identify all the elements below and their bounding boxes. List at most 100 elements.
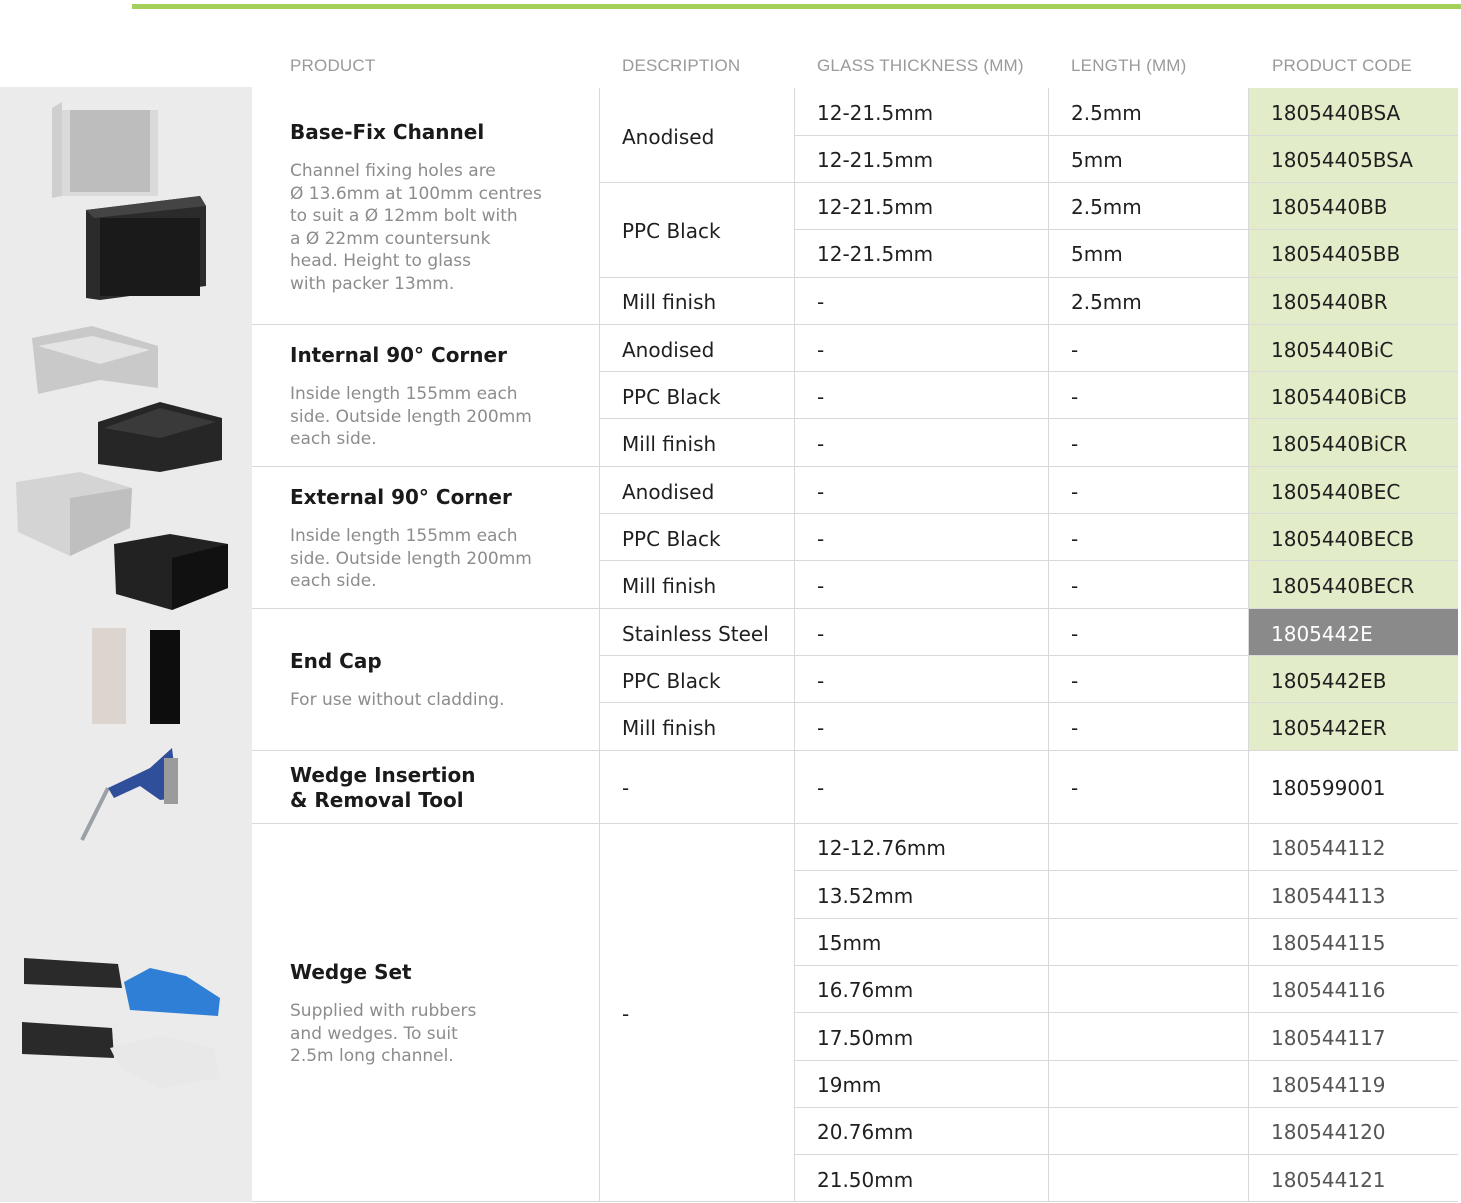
header-description: DESCRIPTION [622, 56, 741, 75]
product-code-cell: 1805442EB [1271, 668, 1387, 693]
product-note-internal-corner: Inside length 155mm each side. Outside le… [290, 384, 532, 449]
product-name-internal-corner: Internal 90° Corner [290, 343, 507, 367]
internal-corner-silver-image [32, 326, 158, 394]
product-code-cell: 180599001 [1271, 775, 1386, 800]
length-cell: - [1071, 715, 1079, 740]
product-code-cell: 1805440BiC [1271, 337, 1394, 362]
description-cell: PPC Black [622, 218, 721, 243]
glass-thickness-cell: 12-21.5mm [817, 194, 934, 219]
length-cell: - [1071, 431, 1079, 456]
product-code-cell: 180544115 [1271, 930, 1386, 955]
internal-corner-black-image [98, 402, 222, 472]
glass-thickness-cell: 12-12.76mm [817, 835, 946, 860]
channel-silver-image [52, 102, 158, 198]
description-cell: Mill finish [622, 289, 717, 314]
product-code-cell: 1805442ER [1271, 715, 1387, 740]
product-code-cell: 180544117 [1271, 1025, 1386, 1050]
glass-thickness-cell: - [817, 526, 825, 551]
product-code-cell: 180544113 [1271, 883, 1386, 908]
header-glass-thickness: GLASS THICKNESS (MM) [817, 56, 1024, 75]
column-divider [794, 88, 795, 1202]
glass-thickness-cell: - [817, 337, 825, 362]
product-code-cell: 1805440BiCB [1271, 384, 1408, 409]
product-name-base-fix-channel: Base-Fix Channel [290, 120, 485, 144]
glass-thickness-cell: 19mm [817, 1072, 882, 1097]
description-cell: PPC Black [622, 384, 721, 409]
column-divider [1248, 88, 1249, 1202]
description-cell: Anodised [622, 337, 715, 362]
product-code-cell: 1805440BSA [1271, 100, 1401, 125]
external-corner-black-image [114, 534, 228, 610]
product-code-cell: 1805440BR [1271, 289, 1388, 314]
product-code-cell: 1805440BECB [1271, 526, 1415, 551]
product-name-wedge-tool: Wedge Insertion & Removal Tool [290, 763, 476, 812]
length-cell: - [1071, 479, 1079, 504]
glass-thickness-cell: 12-21.5mm [817, 100, 934, 125]
glass-thickness-cell: - [817, 384, 825, 409]
length-cell: - [1071, 573, 1079, 598]
product-note-base-fix-channel: Channel fixing holes are Ø 13.6mm at 100m… [290, 161, 542, 294]
product-code-cell: 1805440BB [1271, 194, 1388, 219]
end-cap-stainless-image [92, 628, 126, 724]
product-note-wedge-set: Supplied with rubbers and wedges. To suit… [290, 1001, 477, 1066]
product-code-cell: 180544119 [1271, 1072, 1386, 1097]
wedge-tool-image [80, 748, 178, 841]
length-cell: - [1071, 384, 1079, 409]
product-name-wedge-set: Wedge Set [290, 960, 412, 984]
column-divider [1048, 88, 1049, 1202]
length-cell: 5mm [1071, 147, 1123, 172]
length-cell: - [1071, 668, 1079, 693]
length-cell: - [1071, 621, 1079, 646]
header-length: LENGTH (MM) [1071, 56, 1187, 75]
product-code-cell: 1805440BiCR [1271, 431, 1408, 456]
description-cell: - [622, 1001, 630, 1026]
product-note-end-cap: For use without cladding. [290, 690, 505, 710]
product-code-cell: 18054405BB [1271, 241, 1401, 266]
glass-thickness-cell: - [817, 715, 825, 740]
product-note-external-corner: Inside length 155mm each side. Outside le… [290, 526, 532, 591]
length-cell: 2.5mm [1071, 289, 1142, 314]
header-product-code: PRODUCT CODE [1272, 56, 1412, 75]
length-cell: - [1071, 775, 1079, 800]
glass-thickness-cell: - [817, 431, 825, 456]
description-cell: Anodised [622, 124, 715, 149]
description-cell: Mill finish [622, 431, 717, 456]
glass-thickness-cell: - [817, 775, 825, 800]
header-product: PRODUCT [290, 56, 376, 75]
product-code-cell: 180544112 [1271, 835, 1386, 860]
glass-thickness-cell: 12-21.5mm [817, 241, 934, 266]
wedge-set-image [22, 958, 220, 1088]
length-cell: 2.5mm [1071, 194, 1142, 219]
end-cap-black-image [150, 630, 180, 724]
glass-thickness-cell: 16.76mm [817, 977, 914, 1002]
product-code-cell: 180544121 [1271, 1167, 1386, 1192]
glass-thickness-cell: 15mm [817, 930, 882, 955]
description-cell: Anodised [622, 479, 715, 504]
product-name-external-corner: External 90° Corner [290, 485, 512, 509]
description-cell: - [622, 775, 630, 800]
glass-thickness-cell: - [817, 668, 825, 693]
length-cell: 2.5mm [1071, 100, 1142, 125]
product-code-cell: 1805440BEC [1271, 479, 1401, 504]
length-cell: 5mm [1071, 241, 1123, 266]
glass-thickness-cell: - [817, 621, 825, 646]
glass-thickness-cell: 12-21.5mm [817, 147, 934, 172]
description-cell: Mill finish [622, 573, 717, 598]
product-code-cell: 18054405BSA [1271, 147, 1413, 172]
product-code-cell: 180544116 [1271, 977, 1386, 1002]
product-code-cell: 1805440BECR [1271, 573, 1415, 598]
length-cell: - [1071, 337, 1079, 362]
glass-thickness-cell: - [817, 289, 825, 314]
channel-black-image [86, 196, 206, 300]
product-name-end-cap: End Cap [290, 649, 382, 673]
column-divider [599, 88, 600, 1202]
description-cell: PPC Black [622, 526, 721, 551]
glass-thickness-cell: - [817, 573, 825, 598]
top-accent-bar [132, 4, 1461, 9]
glass-thickness-cell: 20.76mm [817, 1119, 914, 1144]
description-cell: Mill finish [622, 715, 717, 740]
glass-thickness-cell: - [817, 479, 825, 504]
product-code-cell: 1805442E [1271, 621, 1373, 646]
glass-thickness-cell: 21.50mm [817, 1167, 914, 1192]
glass-thickness-cell: 17.50mm [817, 1025, 914, 1050]
